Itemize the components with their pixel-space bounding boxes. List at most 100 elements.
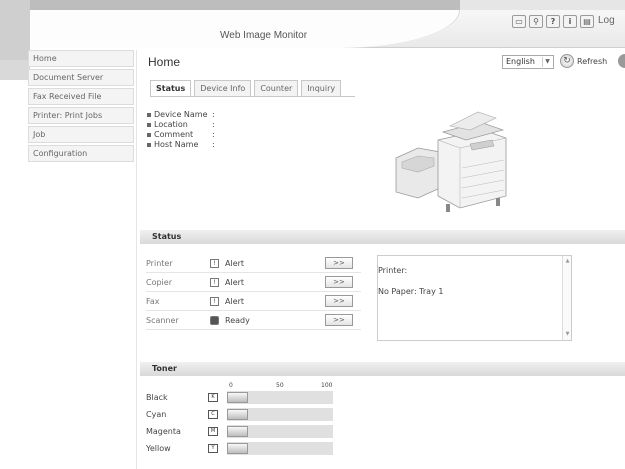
tab-status[interactable]: Status [150,80,192,96]
sidebar-divider [136,50,137,469]
printer-details-button[interactable]: >> [325,257,353,269]
sidebar-item-fax-received-file[interactable]: Fax Received File [28,88,134,105]
status-name: Copier [146,277,172,287]
page-title: Home [148,55,181,69]
scanner-details-button[interactable]: >> [325,314,353,326]
toner-bar [227,425,333,438]
bullet-icon [147,113,151,117]
help-icon[interactable]: ? [546,15,560,28]
tab-underline [150,96,355,97]
status-value: Alert [225,258,245,268]
message-scrollbar[interactable]: ▲ ▼ [562,256,571,340]
top-left-decoration [0,0,30,60]
status-name: Printer [146,258,173,268]
bullet-icon [147,143,151,147]
toner-name: Yellow [146,444,171,453]
toner-cartridge-icon: K [208,393,218,402]
scroll-up-icon[interactable]: ▲ [564,258,571,265]
alert-icon: ! [210,258,219,268]
device-info-list: Device Name : Location : Comment : Host … [147,110,215,150]
info-sep: : [212,130,215,139]
message-line-1: Printer: [378,266,408,275]
tab-counter[interactable]: Counter [254,80,299,96]
toner-name: Magenta [146,427,181,436]
status-section-header: Status [140,230,625,244]
logout-link[interactable]: Log [598,15,615,26]
status-value: Alert [225,296,245,306]
toner-fill [227,392,249,403]
toner-cartridge-icon: C [208,410,218,419]
logout-icon[interactable]: ▤ [580,15,594,28]
info-row-comment: Comment : [147,130,215,140]
search-icon[interactable]: ⚲ [529,15,543,28]
status-message-box[interactable]: Printer: No Paper: Tray 1 ▲ ▼ [377,255,572,341]
sidebar: Home Document Server Fax Received File P… [28,50,134,164]
sidebar-item-printer-print-jobs[interactable]: Printer: Print Jobs [28,107,134,124]
info-sep: : [212,140,215,149]
info-sep: : [212,120,215,129]
printer-device-image [388,100,513,215]
scale-tick-100: 100 [321,382,333,389]
copier-details-button[interactable]: >> [325,276,353,288]
toner-section-header: Toner [140,362,625,376]
info-row-host-name: Host Name : [147,140,215,150]
sidebar-item-document-server[interactable]: Document Server [28,69,134,86]
scale-tick-50: 50 [276,382,284,389]
display-icon[interactable]: ▭ [512,15,526,28]
header-curve [30,10,460,48]
toner-name: Cyan [146,410,167,419]
info-label: Comment [154,130,194,139]
fax-details-button[interactable]: >> [325,295,353,307]
toner-bar [227,391,333,404]
header: Web Image Monitor ▭ ⚲ ? i ▤ Log [30,10,625,48]
status-row-printer: Printer ! Alert >> [146,254,361,273]
info-label: Location [154,120,188,129]
status-row-copier: Copier ! Alert >> [146,273,361,292]
message-line-2: No Paper: Tray 1 [378,287,444,296]
refresh-button[interactable]: Refresh [577,57,607,66]
toner-row-magenta: Magenta M [146,424,333,439]
status-row-scanner: Scanner Ready >> [146,311,361,330]
toner-cartridge-icon: Y [208,444,218,453]
bullet-icon [147,133,151,137]
main-content: Home English ▼ ↻ Refresh Status Device I… [140,50,625,469]
refresh-icon[interactable]: ↻ [560,54,574,68]
toner-row-black: Black K [146,390,333,405]
toner-row-cyan: Cyan C [146,407,333,422]
sidebar-item-job[interactable]: Job [28,126,134,143]
scroll-down-icon[interactable]: ▼ [564,331,571,338]
info-row-device-name: Device Name : [147,110,215,120]
info-icon[interactable]: i [563,15,577,28]
ready-icon [210,315,219,325]
toner-fill [227,409,249,420]
status-name: Scanner [146,315,179,325]
app-title: Web Image Monitor [220,30,308,41]
top-strip-light [460,0,625,10]
left-decoration [0,60,30,80]
tab-bar: Status Device Info Counter Inquiry [150,80,342,96]
toner-bar [227,408,333,421]
scale-tick-0: 0 [229,382,233,389]
info-label: Device Name [154,110,208,119]
status-name: Fax [146,296,160,306]
info-label: Host Name [154,140,199,149]
toner-row-yellow: Yellow Y [146,441,333,456]
toner-fill [227,426,249,437]
toner-cartridge-icon: M [208,427,218,436]
toner-fill [227,443,249,454]
info-sep: : [212,110,215,119]
info-row-location: Location : [147,120,215,130]
alert-icon: ! [210,296,219,306]
tab-inquiry[interactable]: Inquiry [301,80,342,96]
alert-icon: ! [210,277,219,287]
sidebar-item-home[interactable]: Home [28,50,134,67]
tab-device-info[interactable]: Device Info [194,80,252,96]
toner-scale: 0 50 100 [229,382,333,390]
sidebar-item-configuration[interactable]: Configuration [28,145,134,162]
language-value: English [506,57,535,66]
language-select[interactable]: English ▼ [502,55,554,69]
chevron-down-icon: ▼ [542,57,552,67]
partial-icon [618,54,625,68]
status-value: Ready [225,315,250,325]
status-row-fax: Fax ! Alert >> [146,292,361,311]
